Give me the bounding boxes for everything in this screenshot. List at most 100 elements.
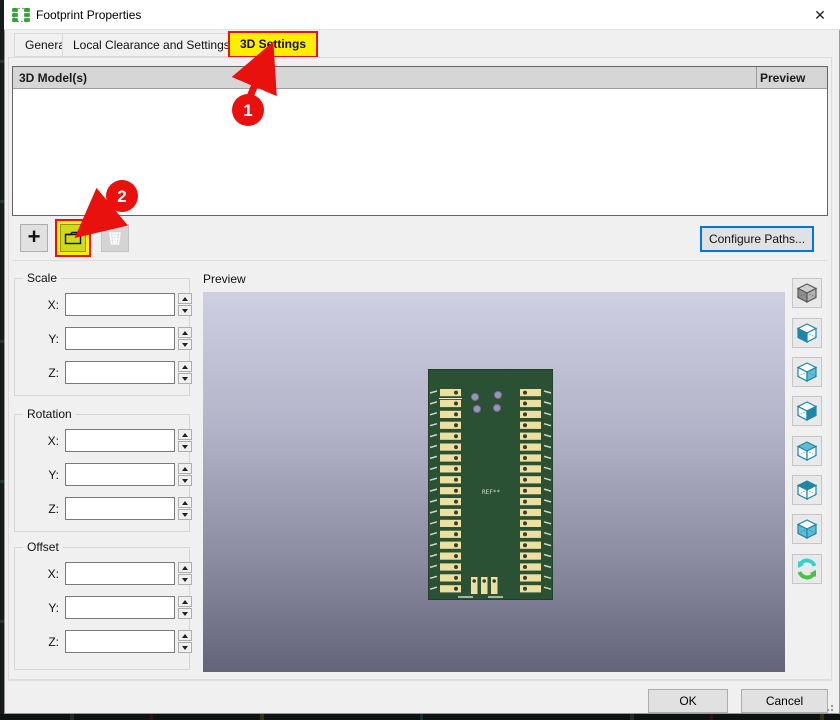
close-icon[interactable]: ✕ (804, 0, 836, 30)
offset-x-input[interactable] (65, 562, 175, 585)
right-icon (795, 360, 819, 384)
preview-label: Preview (203, 272, 246, 286)
axis-label: Y: (37, 332, 59, 346)
view-top-button[interactable] (792, 475, 822, 505)
model-table-header: 3D Model(s) Preview (13, 67, 827, 89)
spinner (178, 327, 192, 350)
spin-down-button[interactable] (178, 509, 192, 520)
spin-up-button[interactable] (178, 562, 192, 573)
spin-up-button[interactable] (178, 293, 192, 304)
pcb-3d-render: REF** (428, 369, 553, 600)
group-title: Scale (23, 271, 61, 285)
footprint-icon (12, 7, 30, 23)
scale-group: Scale X:Y:Z: (14, 278, 190, 396)
offset-y-input[interactable] (65, 596, 175, 619)
axis-label: Y: (37, 601, 59, 615)
view-refresh-button[interactable] (792, 554, 822, 584)
axis-label: X: (37, 567, 59, 581)
rotation-group: Rotation X:Y:Z: (14, 414, 190, 532)
spin-down-button[interactable] (178, 441, 192, 452)
rotation-y-input[interactable] (65, 463, 175, 486)
scale-y-input[interactable] (65, 327, 175, 350)
spinner (178, 293, 192, 316)
offset-z-row: Z: (15, 630, 189, 654)
screen: Footprint Properties ✕ General Local Cle… (0, 0, 840, 720)
window-title: Footprint Properties (36, 8, 141, 22)
spin-down-button[interactable] (178, 373, 192, 384)
group-title: Offset (23, 540, 63, 554)
scale-x-input[interactable] (65, 293, 175, 316)
spin-up-button[interactable] (178, 596, 192, 607)
rotation-x-input[interactable] (65, 429, 175, 452)
folder-icon (64, 231, 82, 245)
rotation-x-row: X: (15, 429, 189, 453)
rotation-y-row: Y: (15, 463, 189, 487)
model-list-table[interactable]: 3D Model(s) Preview (12, 66, 828, 216)
spin-up-button[interactable] (178, 497, 192, 508)
spinner (178, 497, 192, 520)
footer-divider (8, 680, 832, 681)
spin-up-button[interactable] (178, 630, 192, 641)
resize-grip[interactable] (824, 702, 834, 712)
spin-down-button[interactable] (178, 339, 192, 350)
spinner (178, 463, 192, 486)
scale-z-row: Z: (15, 361, 189, 385)
svg-text:REF**: REF** (482, 489, 500, 496)
top-icon (795, 478, 819, 502)
background-app-bottom-edge (0, 714, 840, 720)
spin-down-button[interactable] (178, 608, 192, 619)
add-model-button[interactable]: + (20, 224, 48, 252)
spin-down-button[interactable] (178, 574, 192, 585)
rotation-z-input[interactable] (65, 497, 175, 520)
left-icon (795, 321, 819, 345)
offset-x-row: X: (15, 562, 189, 586)
spin-up-button[interactable] (178, 463, 192, 474)
spinner (178, 630, 192, 653)
spin-down-button[interactable] (178, 305, 192, 316)
spinner (178, 596, 192, 619)
view-isometric-button[interactable] (792, 278, 822, 308)
view-bottom-button[interactable] (792, 514, 822, 544)
refresh-icon (795, 557, 819, 581)
configure-paths-button[interactable]: Configure Paths... (700, 226, 814, 252)
bottom-icon (795, 517, 819, 541)
group-title: Rotation (23, 407, 76, 421)
axis-label: Z: (37, 502, 59, 516)
back-icon (795, 439, 819, 463)
scale-y-row: Y: (15, 327, 189, 351)
front-icon (795, 399, 819, 423)
scale-z-input[interactable] (65, 361, 175, 384)
view-right-button[interactable] (792, 357, 822, 387)
browse-model-button[interactable] (60, 224, 86, 252)
axis-label: X: (37, 298, 59, 312)
view-back-button[interactable] (792, 436, 822, 466)
spin-up-button[interactable] (178, 361, 192, 372)
axis-label: Y: (37, 468, 59, 482)
offset-y-row: Y: (15, 596, 189, 620)
offset-z-input[interactable] (65, 630, 175, 653)
cancel-button[interactable]: Cancel (741, 689, 828, 713)
isometric-icon (795, 281, 819, 305)
column-header-preview: Preview (760, 71, 805, 85)
ok-button[interactable]: OK (648, 689, 728, 713)
folder-button-highlight-box (55, 219, 91, 257)
delete-model-button[interactable] (101, 224, 129, 252)
offset-group: Offset X:Y:Z: (14, 547, 190, 670)
scale-x-row: X: (15, 293, 189, 317)
axis-label: Z: (37, 366, 59, 380)
spinner (178, 562, 192, 585)
tab-local-clearance[interactable]: Local Clearance and Settings (62, 33, 241, 57)
rotation-z-row: Z: (15, 497, 189, 521)
axis-label: Z: (37, 635, 59, 649)
view-front-button[interactable] (792, 396, 822, 426)
view-left-button[interactable] (792, 318, 822, 348)
spin-up-button[interactable] (178, 429, 192, 440)
axis-label: X: (37, 434, 59, 448)
column-separator (756, 67, 757, 89)
divider (12, 260, 828, 261)
spin-down-button[interactable] (178, 642, 192, 653)
tab-3d-settings[interactable]: 3D Settings (228, 31, 318, 58)
spin-down-button[interactable] (178, 475, 192, 486)
column-header-models: 3D Model(s) (19, 71, 87, 85)
spin-up-button[interactable] (178, 327, 192, 338)
